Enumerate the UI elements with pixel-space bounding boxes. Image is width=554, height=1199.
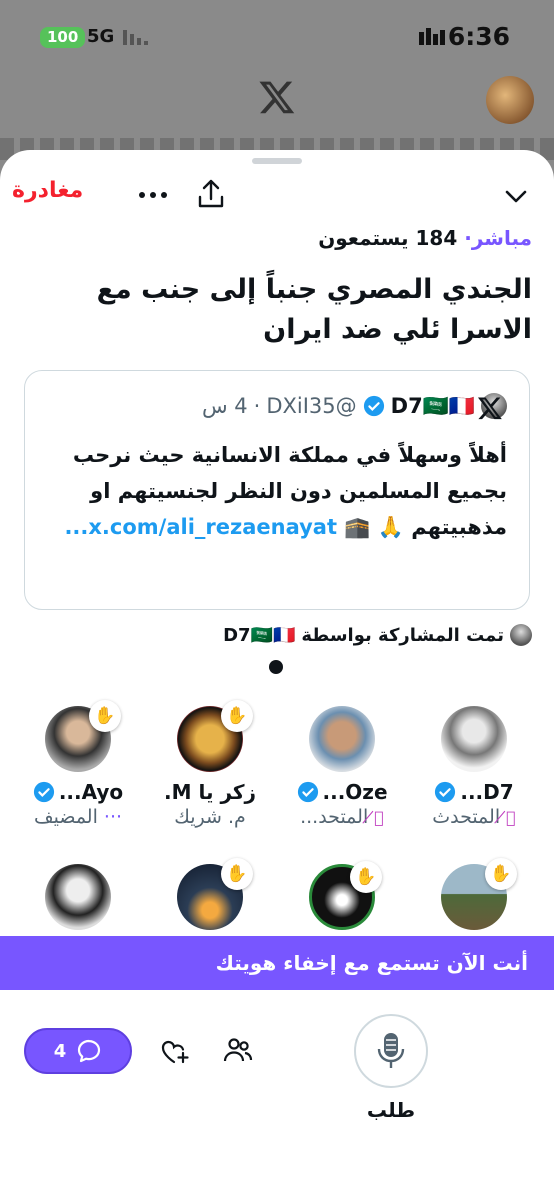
clock: 6:36 bbox=[447, 22, 510, 51]
speaker-role: المتحدث bbox=[432, 806, 501, 828]
comment-icon bbox=[78, 1039, 101, 1063]
comments-button[interactable]: 4 bbox=[24, 1028, 132, 1074]
sharer-avatar bbox=[510, 624, 532, 646]
tweet-author-handle: @DXiI35 bbox=[266, 394, 357, 418]
listeners-count: 184 bbox=[415, 226, 458, 250]
status-bar: 100 5G 6:36 bbox=[0, 0, 554, 70]
people-icon[interactable] bbox=[223, 1036, 253, 1064]
avatar bbox=[441, 706, 507, 772]
speaker-tile[interactable]: Oze... 🎙̸ المتحد... bbox=[282, 706, 402, 828]
avatar: ✋ bbox=[177, 858, 253, 930]
raised-hand-icon: ✋ bbox=[221, 700, 253, 732]
tweet-separator: · bbox=[253, 394, 261, 418]
speaker-tile[interactable]: ✋ Ayo... ··· المضيف bbox=[18, 700, 138, 828]
shared-by-label: تمت المشاركة بواسطة bbox=[301, 624, 504, 646]
speaker-name: Ayo... bbox=[58, 780, 124, 804]
activity-icon bbox=[419, 28, 445, 45]
avatar: ✋ bbox=[177, 700, 253, 772]
speaker-name: D7... bbox=[460, 780, 514, 804]
profile-avatar[interactable] bbox=[486, 76, 534, 124]
tweet-author-name: D7🇸🇦🇫🇷 bbox=[390, 393, 475, 418]
shared-by-name: D7🇸🇦🇫🇷 bbox=[223, 624, 296, 646]
tweet-link[interactable]: x.com/ali_rezaenayat... bbox=[64, 515, 337, 539]
speaker-role: المتحد... bbox=[300, 806, 369, 828]
speaker-tile[interactable]: ✋ زكر يا M. م. شريك bbox=[150, 700, 270, 828]
avatar: ✋ bbox=[309, 861, 382, 930]
speaker-role: م. شريك bbox=[174, 806, 246, 828]
verified-badge-icon bbox=[363, 395, 384, 417]
speaker-tile[interactable] bbox=[18, 864, 138, 930]
space-title: الجندي المصري جنباً إلى جنب مع الاسرا ئل… bbox=[96, 274, 532, 345]
mic-muted-icon: 🎙̸ bbox=[506, 808, 516, 827]
speaker-name: Oze... bbox=[322, 780, 388, 804]
avatar bbox=[309, 706, 375, 772]
live-label: مباشر bbox=[471, 226, 532, 250]
battery-indicator: 100 bbox=[40, 27, 86, 48]
page-indicator-dot bbox=[269, 660, 283, 674]
raised-hand-icon: ✋ bbox=[221, 858, 253, 890]
listeners-label: يستمعون bbox=[318, 226, 409, 250]
leave-button[interactable]: مغادرة bbox=[12, 178, 83, 203]
microphone-icon bbox=[377, 1033, 405, 1068]
speaker-tile[interactable]: D7... 🎙̸ المتحدث bbox=[414, 706, 534, 828]
request-mic-button[interactable] bbox=[354, 1014, 428, 1088]
verified-badge-icon bbox=[435, 781, 456, 803]
x-logo-icon bbox=[259, 81, 295, 114]
sheet-topbar: مغادرة bbox=[0, 172, 554, 218]
raised-hand-icon: ✋ bbox=[89, 700, 121, 732]
avatar: ✋ bbox=[45, 700, 121, 772]
raised-hand-icon: ✋ bbox=[350, 861, 382, 893]
verified-badge-icon bbox=[33, 781, 54, 803]
anonymous-listening-banner: أنت الآن تستمع مع إخفاء هويتك bbox=[0, 936, 554, 990]
sheet-grabber[interactable] bbox=[252, 158, 302, 164]
live-status: مباشر· 184 يستمعون bbox=[318, 226, 532, 250]
host-dots-icon: ··· bbox=[103, 806, 123, 828]
x-logo-icon bbox=[477, 397, 502, 420]
chevron-down-icon[interactable] bbox=[502, 182, 530, 210]
space-sheet: مغادرة مباشر· 184 يستمعون الجندي المصري … bbox=[0, 150, 554, 1199]
verified-badge-icon bbox=[297, 781, 318, 803]
comments-count: 4 bbox=[53, 1040, 67, 1062]
avatar bbox=[45, 864, 111, 930]
speaker-role: المضيف bbox=[33, 806, 98, 828]
network-label: 5G bbox=[87, 26, 115, 47]
shared-by-row: تمت المشاركة بواسطة D7🇸🇦🇫🇷 bbox=[223, 624, 532, 646]
raised-hand-icon: ✋ bbox=[485, 858, 517, 890]
avatar: ✋ bbox=[441, 858, 517, 930]
pinned-tweet-card[interactable]: D7🇸🇦🇫🇷 @DXiI35 · 4 س أهلاً وسهلاً في ممل… bbox=[24, 370, 530, 610]
live-dot: · bbox=[464, 226, 472, 250]
tweet-body: أهلاً وسهلاً في مملكة الانسانية حيث نرحب… bbox=[37, 437, 507, 545]
more-icon[interactable] bbox=[136, 182, 170, 208]
speaker-tile[interactable]: ✋ bbox=[150, 858, 270, 930]
mic-muted-icon: 🎙̸ bbox=[374, 808, 384, 827]
share-icon[interactable] bbox=[196, 178, 226, 210]
speaker-tile[interactable]: ✋ bbox=[282, 861, 402, 930]
tweet-header: D7🇸🇦🇫🇷 @DXiI35 · 4 س bbox=[202, 393, 507, 419]
request-label: طلب bbox=[366, 1098, 416, 1122]
signal-icon bbox=[123, 30, 148, 45]
speaker-name: زكر يا M. bbox=[163, 780, 257, 804]
speaker-tile[interactable]: ✋ bbox=[414, 858, 534, 930]
tweet-time: 4 س bbox=[201, 394, 248, 418]
heart-plus-icon[interactable] bbox=[160, 1038, 190, 1066]
